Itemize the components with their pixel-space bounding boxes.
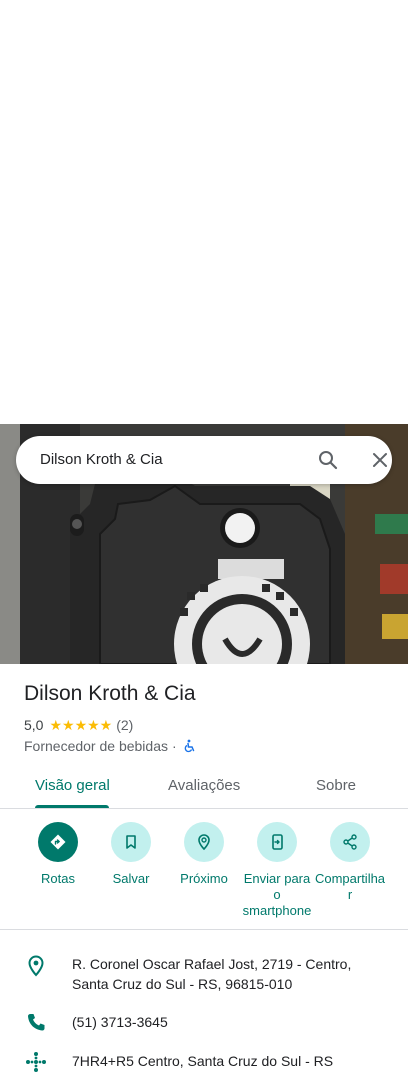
- category-row: Fornecedor de bebidas ·: [24, 737, 197, 755]
- tab-overview[interactable]: Visão geral: [35, 777, 110, 794]
- nearby-label: Próximo: [180, 871, 228, 886]
- directions-label: Rotas: [41, 871, 75, 886]
- phone-number: (51) 3713-3645: [72, 1014, 168, 1030]
- directions-button[interactable]: Rotas: [18, 822, 98, 887]
- save-button[interactable]: Salvar: [91, 822, 171, 887]
- tab-bar: Visão geral Avaliações Sobre: [0, 764, 408, 809]
- nearby-icon: [184, 822, 224, 862]
- tab-reviews[interactable]: Avaliações: [168, 777, 240, 794]
- address-text: R. Coronel Oscar Rafael Jost, 2719 - Cen…: [72, 956, 352, 992]
- address-row[interactable]: R. Coronel Oscar Rafael Jost, 2719 - Cen…: [0, 954, 408, 998]
- rating-row[interactable]: 5,0 ★★★★★ (2): [24, 716, 133, 734]
- phone-row[interactable]: (51) 3713-3645: [0, 1011, 408, 1035]
- plus-code-row[interactable]: 7HR4+R5 Centro, Santa Cruz do Sul - RS: [0, 1050, 408, 1074]
- category-separator: ·: [172, 738, 177, 754]
- phone-icon: [24, 1011, 48, 1035]
- save-label: Salvar: [112, 871, 150, 886]
- send-to-phone-button[interactable]: Enviar para o smartphone: [237, 822, 317, 919]
- map-area: [0, 0, 408, 424]
- search-query[interactable]: Dilson Kroth & Cia: [40, 451, 163, 468]
- wheelchair-accessible-icon: [183, 739, 197, 753]
- active-tab-indicator: [35, 805, 109, 808]
- place-category[interactable]: Fornecedor de bebidas: [24, 738, 168, 754]
- directions-icon: [38, 822, 78, 862]
- share-label: Compartilhar: [314, 871, 386, 902]
- plus-code-text: 7HR4+R5 Centro, Santa Cruz do Sul - RS: [72, 1053, 334, 1069]
- search-bar[interactable]: Dilson Kroth & Cia: [16, 436, 392, 484]
- star-rating-icon: ★★★★★: [49, 716, 113, 733]
- send-to-phone-icon: [257, 822, 297, 862]
- share-button[interactable]: Compartilhar: [310, 822, 390, 903]
- search-icon[interactable]: [316, 448, 340, 472]
- location-pin-icon: [24, 954, 48, 978]
- tab-about[interactable]: Sobre: [316, 777, 356, 794]
- action-buttons: Rotas Salvar Próximo Enviar para o smart…: [0, 822, 408, 922]
- share-icon: [330, 822, 370, 862]
- bookmark-icon: [111, 822, 151, 862]
- plus-code-icon: [24, 1050, 48, 1074]
- rating-value: 5,0: [24, 717, 44, 733]
- section-divider: [0, 929, 408, 930]
- close-icon[interactable]: [368, 448, 392, 472]
- nearby-button[interactable]: Próximo: [164, 822, 244, 887]
- review-count[interactable]: (2): [116, 717, 133, 733]
- send-to-phone-label: Enviar para o smartphone: [242, 871, 312, 918]
- place-title: Dilson Kroth & Cia: [24, 682, 196, 705]
